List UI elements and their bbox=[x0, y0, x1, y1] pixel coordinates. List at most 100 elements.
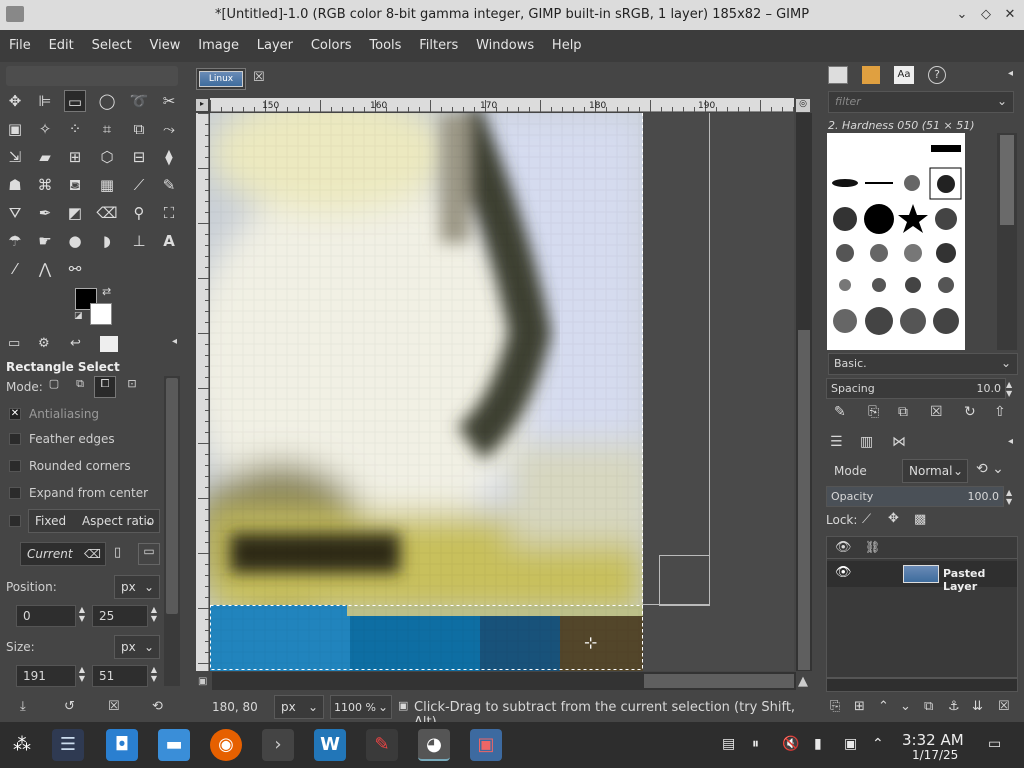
tab-brushes-icon[interactable] bbox=[828, 66, 848, 84]
layers-menu-icon[interactable]: ◂ bbox=[1008, 436, 1013, 447]
feather-edges-checkbox[interactable] bbox=[9, 433, 21, 445]
paintbrush-icon[interactable]: ⟋ bbox=[128, 174, 150, 196]
fixed-dropdown[interactable]: Fixed Aspect ratio ⌄ bbox=[28, 509, 160, 533]
lock-alpha-icon[interactable]: ▩ bbox=[914, 512, 926, 527]
media-tray-icon[interactable]: ⏸ bbox=[752, 736, 759, 752]
mode-subtract-icon[interactable]: ⧠ bbox=[94, 376, 116, 398]
clipboard-tray-icon[interactable]: ▤ bbox=[722, 736, 735, 752]
scale-tool-icon[interactable]: ⊞ bbox=[64, 146, 86, 168]
panel-menu-icon[interactable]: ◂ bbox=[172, 336, 177, 347]
canvas-vertical-scrollbar[interactable] bbox=[796, 113, 812, 671]
ink-tool-icon[interactable]: ✒ bbox=[34, 202, 56, 224]
reset-options-icon[interactable]: ⟲ bbox=[152, 699, 163, 714]
network-tray-icon[interactable]: ▣ bbox=[844, 736, 857, 752]
burn-tool-icon[interactable]: ◗ bbox=[96, 230, 118, 252]
fuzzy-select-icon[interactable]: ✧ bbox=[34, 118, 56, 140]
raise-layer-icon[interactable]: ⌃ bbox=[878, 699, 889, 714]
dock-menu-icon[interactable]: ◂ bbox=[1008, 68, 1013, 79]
opacity-slider[interactable]: Opacity 100.0 bbox=[826, 486, 1004, 507]
move-tool-icon[interactable]: ✥ bbox=[4, 90, 26, 112]
foreground-select-icon[interactable]: ▣ bbox=[4, 118, 26, 140]
brush-grid[interactable] bbox=[827, 133, 965, 350]
flip-tool-icon[interactable]: ⇲ bbox=[4, 146, 26, 168]
refresh-brushes-icon[interactable]: ↻ bbox=[964, 404, 976, 420]
layers-hscrollbar[interactable] bbox=[826, 678, 1018, 692]
horizontal-scroll-thumb[interactable] bbox=[644, 674, 794, 688]
handle-transform-icon[interactable]: ⧫ bbox=[158, 146, 180, 168]
delete-layer-icon[interactable]: ☒ bbox=[998, 699, 1010, 714]
tab-fonts-icon[interactable]: Aa bbox=[894, 66, 914, 84]
tab-channels-icon[interactable]: ▥ bbox=[860, 434, 873, 450]
size-unit-dropdown[interactable]: px ⌄ bbox=[114, 635, 160, 659]
background-color-swatch[interactable] bbox=[90, 303, 112, 325]
layer-name[interactable]: Pasted Layer bbox=[943, 567, 1017, 593]
expand-center-checkbox[interactable] bbox=[9, 487, 21, 499]
tool-options-scroll-thumb[interactable] bbox=[166, 378, 178, 614]
volume-muted-icon[interactable]: 🔇 bbox=[782, 736, 799, 752]
mode-intersect-icon[interactable]: ⊡ bbox=[122, 377, 142, 397]
terminal-icon[interactable]: › bbox=[262, 729, 294, 761]
cage-tool-icon[interactable]: ⊟ bbox=[128, 146, 150, 168]
position-unit-dropdown[interactable]: px ⌄ bbox=[114, 575, 160, 599]
rect-select-tool-icon[interactable]: ▭ bbox=[64, 90, 86, 112]
fixed-checkbox[interactable] bbox=[9, 515, 21, 527]
delete-brush-icon[interactable]: ☒ bbox=[930, 404, 943, 420]
firefox-icon[interactable]: ◉ bbox=[210, 729, 242, 761]
pencil-icon[interactable]: ✎ bbox=[158, 174, 180, 196]
vertical-scroll-thumb[interactable] bbox=[798, 330, 810, 670]
size-height-field[interactable]: 51 bbox=[92, 665, 148, 687]
text-path-icon[interactable]: ☗ bbox=[4, 174, 26, 196]
warp-tool-icon[interactable]: ⤳ bbox=[158, 118, 180, 140]
clock-date[interactable]: 1/17/25 bbox=[912, 748, 958, 762]
portrait-icon[interactable]: ▯ bbox=[114, 545, 121, 560]
brush-preset-dropdown[interactable]: Basic. ⌄ bbox=[828, 353, 1018, 375]
image-content[interactable] bbox=[210, 113, 643, 671]
position-x-field[interactable]: 0 bbox=[16, 605, 76, 627]
clone-tool-icon[interactable]: ⚲ bbox=[128, 202, 150, 224]
tab-patterns-icon[interactable] bbox=[862, 66, 880, 84]
menu-colors[interactable]: Colors bbox=[306, 30, 357, 62]
unified-transform-icon[interactable]: ⧉ bbox=[128, 118, 150, 140]
lower-layer-icon[interactable]: ⌄ bbox=[900, 699, 911, 714]
layer-mode-switch-icon[interactable]: ⟲ ⌄ bbox=[976, 461, 1004, 477]
tab-tool-options-icon[interactable]: ▭ bbox=[8, 336, 20, 351]
blur-tool-icon[interactable]: ☂ bbox=[4, 230, 26, 252]
duplicate-brush-icon[interactable]: ⧉ bbox=[898, 404, 908, 420]
airbrush-icon[interactable]: ⛛ bbox=[4, 202, 26, 224]
menu-edit[interactable]: Edit bbox=[44, 30, 79, 62]
layer-visibility-icon[interactable]: 👁 bbox=[835, 565, 852, 580]
text-tool-icon[interactable]: A bbox=[158, 230, 180, 252]
size-width-field[interactable]: 191 bbox=[16, 665, 76, 687]
canvas-horizontal-scrollbar[interactable] bbox=[212, 672, 796, 690]
gradient-tool-icon[interactable]: ▦ bbox=[96, 174, 118, 196]
smudge-tool-icon[interactable]: ☛ bbox=[34, 230, 56, 252]
files-app-icon[interactable]: ▬ bbox=[158, 729, 190, 761]
align-tool-icon[interactable]: ⊫ bbox=[34, 90, 56, 112]
scissors-tool-icon[interactable]: ✂ bbox=[158, 90, 180, 112]
battery-tray-icon[interactable]: ▮ bbox=[814, 736, 822, 752]
maximize-icon[interactable]: ◇ bbox=[976, 5, 996, 25]
delete-options-icon[interactable]: ☒ bbox=[108, 699, 120, 714]
save-options-icon[interactable]: ⤓ bbox=[20, 699, 26, 714]
color-picker-icon[interactable]: ⁄ bbox=[4, 258, 26, 280]
quick-mask-toggle-icon[interactable]: ▣ bbox=[198, 676, 207, 687]
eraser-icon[interactable]: ⌫ bbox=[96, 202, 118, 224]
paint-app-icon[interactable]: ✎ bbox=[366, 729, 398, 761]
symmetry-tool-icon[interactable]: ⋀ bbox=[34, 258, 56, 280]
landscape-icon[interactable]: ▭ bbox=[138, 543, 160, 565]
app-launcher-icon[interactable]: ⁂ bbox=[6, 729, 38, 761]
aspect-current-field[interactable]: Current ⌫ bbox=[20, 542, 106, 566]
crop-tool-icon[interactable]: ⌗ bbox=[96, 118, 118, 140]
new-brush-icon[interactable]: ⎘ bbox=[868, 404, 879, 420]
lock-position-icon[interactable]: ✥ bbox=[888, 511, 899, 526]
size-width-spinner-icon[interactable]: ▲ ▼ bbox=[76, 665, 88, 683]
measure-tool-icon[interactable]: ⊥ bbox=[128, 230, 150, 252]
text-editor-icon[interactable]: W bbox=[314, 729, 346, 761]
color-select-icon[interactable]: ⁘ bbox=[64, 118, 86, 140]
lasso-tool-icon[interactable]: ➰ bbox=[128, 90, 150, 112]
horizontal-ruler[interactable]: 150 160 170 180 190 bbox=[210, 98, 794, 112]
zoom-dropdown[interactable]: 1100 % ⌄ bbox=[330, 695, 392, 719]
canvas[interactable]: ⊹ bbox=[210, 113, 794, 671]
open-brush-icon[interactable]: ⇧ bbox=[994, 404, 1006, 420]
mode-replace-icon[interactable]: ▢ bbox=[44, 377, 64, 397]
